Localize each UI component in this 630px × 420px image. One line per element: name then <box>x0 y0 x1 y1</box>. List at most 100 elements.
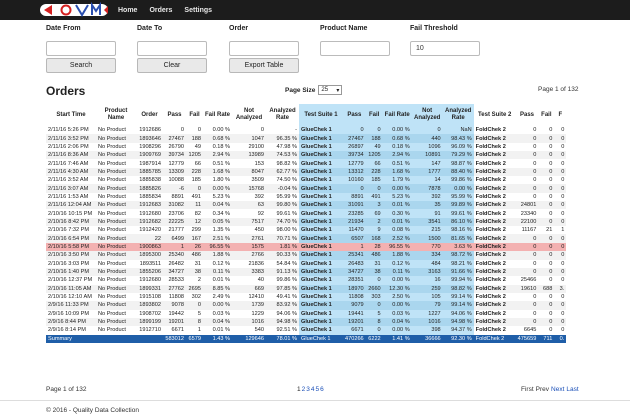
table-cell: 74.70 % <box>266 217 299 227</box>
column-header[interactable]: Not Analyzed <box>232 104 266 126</box>
table-row[interactable]: 2/11/16 1:53 AM No Product 1885834 8891 491 5… <box>46 192 566 202</box>
page-link[interactable]: 6 <box>320 386 324 393</box>
column-header[interactable]: Pass <box>163 104 186 126</box>
column-header[interactable]: Analyzed Rate <box>442 104 474 126</box>
table-cell: 24801 <box>515 201 539 210</box>
column-header[interactable]: Fail <box>365 104 383 126</box>
prev-page-link[interactable]: Prev <box>536 386 549 393</box>
table-row[interactable]: 2/10/16 6:54 PM No Product 22 6499 167 2.51 %… <box>46 234 567 243</box>
table-cell: 0.01 % <box>212 327 230 334</box>
fail-threshold-input[interactable] <box>410 41 480 56</box>
column-header[interactable]: Pass <box>516 104 539 126</box>
table-cell: GlueChek 1 <box>299 251 343 260</box>
table-row[interactable]: 2/11/16 12:04 AM No Product 1912683 31082 11… <box>46 201 567 210</box>
table-row[interactable]: 2/9/16 8:44 PM No Product 1899199 19201 8 0.0… <box>46 317 567 327</box>
nav-home-link[interactable]: Home <box>118 7 137 14</box>
table-cell: 0 <box>365 326 383 335</box>
brand-logo-icon[interactable] <box>38 0 110 20</box>
table-row[interactable]: 2/9/16 10:09 PM No Product 1908702 19442 5 0.… <box>46 309 566 318</box>
summary-cell: Summary <box>46 334 96 343</box>
table-cell: 0 <box>554 217 567 227</box>
date-to-input[interactable] <box>137 41 207 56</box>
column-header[interactable]: Test Suite 2 <box>474 104 516 126</box>
page-size-select[interactable]: 25 ▾ <box>318 85 343 95</box>
table-cell: 39734 <box>343 151 366 160</box>
table-cell: 66 <box>365 159 383 168</box>
first-page-link[interactable]: First <box>521 386 534 393</box>
table-row[interactable]: 2/10/16 1:40 PM No Product 1855206 34727 38 0… <box>46 267 567 277</box>
table-row[interactable]: 2/10/16 3:03 PM No Product 1893511 26482 31 0… <box>46 259 566 268</box>
page-number-list: 1 2 3 4 5 6 <box>297 386 325 393</box>
clear-button[interactable]: Clear <box>137 58 207 73</box>
table-cell: 49 <box>194 143 201 150</box>
column-header[interactable]: Fail Rate <box>382 104 412 126</box>
table-cell: GlueChek 1 <box>299 167 343 177</box>
page-link[interactable]: 3 <box>306 386 310 393</box>
table-row[interactable]: 2/11/16 3:52 PM No Product 1893646 27467 188… <box>46 134 567 143</box>
column-header[interactable]: Fail Rate <box>203 104 232 126</box>
table-row[interactable]: 2/11/16 5:26 PM No Product 1912686 0 0 0.00 %… <box>46 126 566 135</box>
nav-settings-link[interactable]: Settings <box>184 7 212 14</box>
last-page-link[interactable]: Last <box>566 386 578 393</box>
date-from-input[interactable] <box>46 41 116 56</box>
table-cell: 0.03 % <box>212 310 230 317</box>
column-header[interactable]: Not Analyzed <box>411 104 443 126</box>
column-header[interactable]: Pass <box>343 104 366 126</box>
table-cell: 23340 <box>520 210 537 217</box>
page-indicator-top: Page 1 of 132 <box>538 86 579 93</box>
table-cell: 0 <box>549 260 553 267</box>
nav-orders-link[interactable]: Orders <box>149 7 172 14</box>
table-row[interactable]: 2/10/16 12:37 PM No Product 1912680 28533 2 0… <box>46 276 566 285</box>
table-row[interactable]: 2/11/16 8:36 AM No Product 1909769 39734 120… <box>46 151 567 160</box>
table-row[interactable]: 2/11/16 3:52 AM No Product 1885838 10088 185… <box>46 176 566 185</box>
table-cell: 2/9/16 10:09 PM <box>48 310 90 317</box>
page-link[interactable]: 5 <box>316 386 320 393</box>
column-header[interactable]: Fail <box>186 104 203 126</box>
order-input[interactable] <box>229 41 299 56</box>
table-row[interactable]: 2/10/16 5:58 PM No Product 1900863 1 26 96.55… <box>46 242 567 252</box>
table-cell: 0 <box>515 317 539 327</box>
table-cell: 13309 <box>163 167 186 177</box>
table-cell: 26 <box>186 242 203 252</box>
table-cell: 2.52 % <box>382 234 412 243</box>
table-row[interactable]: 2/9/16 11:33 PM No Product 1893802 9078 0 0.0… <box>46 301 567 310</box>
table-row[interactable]: 2/11/16 7:46 AM No Product 1987914 12779 66 0… <box>46 159 566 168</box>
next-page-link[interactable]: Next <box>551 386 564 393</box>
table-row[interactable]: 2/9/16 8:14 PM No Product 1912710 6671 1 0.01… <box>46 326 566 335</box>
table-row[interactable]: 2/10/16 7:32 PM No Product 1912420 21777 299… <box>46 226 566 235</box>
table-cell: 22100 <box>515 217 539 227</box>
page-link[interactable]: 2 <box>302 386 306 393</box>
table-cell: No Product <box>98 177 126 184</box>
table-cell: 0 <box>554 151 567 160</box>
table-cell: No Product <box>98 294 126 301</box>
column-header[interactable]: F <box>554 104 566 126</box>
table-cell: GlueChek 1 <box>299 234 343 243</box>
table-cell: 38 <box>186 267 203 277</box>
table-row[interactable]: 2/11/16 4:30 AM No Product 1885785 13309 228… <box>46 167 567 177</box>
column-header[interactable]: Test Suite 1 <box>299 104 343 126</box>
page-link-current[interactable]: 1 <box>297 386 301 393</box>
table-row[interactable]: 2/10/16 3:50 PM No Product 1895300 25340 486… <box>46 251 567 260</box>
column-header[interactable]: Start Time <box>46 104 96 126</box>
table-cell: No Product <box>98 260 126 267</box>
table-row[interactable]: 2/11/16 2:06 PM No Product 1908296 26790 49 0… <box>46 142 566 152</box>
table-cell: 0 <box>186 301 203 310</box>
search-button[interactable]: Search <box>46 58 116 73</box>
table-row[interactable]: 2/10/16 11:05 AM No Product 1899331 27762 26… <box>46 284 567 293</box>
table-row[interactable]: 2/10/16 8:42 PM No Product 1912682 22225 12 0… <box>46 217 567 227</box>
column-header[interactable]: Fail <box>538 104 554 126</box>
table-cell: 0.51 % <box>382 159 412 168</box>
column-header[interactable]: Order <box>136 104 163 126</box>
table-row[interactable]: 2/10/16 10:15 PM No Product 1912680 23706 82… <box>46 209 566 218</box>
table-cell: 0 <box>533 160 537 167</box>
page-link[interactable]: 4 <box>311 386 315 393</box>
column-header[interactable]: Product Name <box>96 104 136 126</box>
table-cell: 0 <box>554 317 567 327</box>
column-header[interactable]: Analyzed Rate <box>266 104 299 126</box>
table-row[interactable]: 2/10/16 12:10 AM No Product 1915108 11808 30… <box>46 292 566 302</box>
export-table-button[interactable]: Export Table <box>229 58 299 73</box>
table-cell: 99.14 % <box>442 301 474 310</box>
product-name-input[interactable] <box>320 41 390 56</box>
orders-table-container[interactable]: Start Time Product Name Order Pass Fail … <box>46 104 630 374</box>
table-row[interactable]: 2/11/16 3:07 AM No Product 1885826 -6 0 0.00 … <box>46 184 567 193</box>
